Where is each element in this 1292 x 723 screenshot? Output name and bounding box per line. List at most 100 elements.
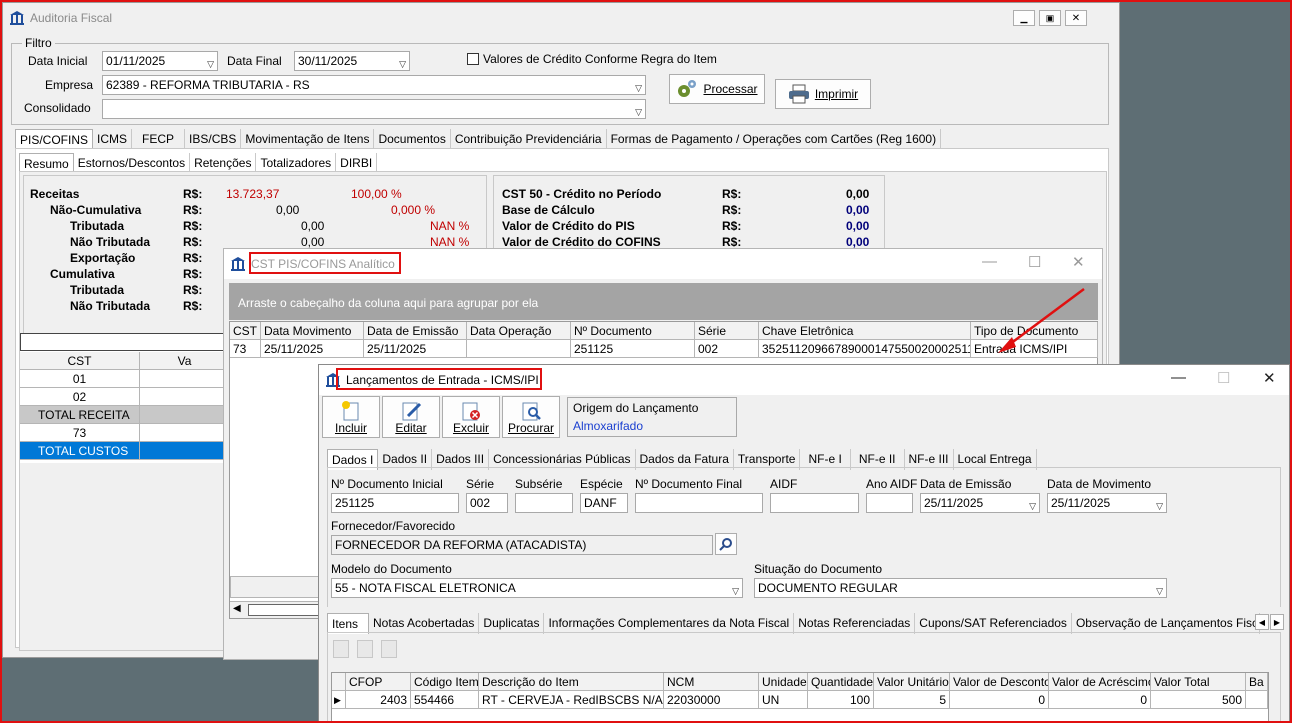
item-ncm[interactable]: 22030000 <box>664 691 759 709</box>
col-cfop[interactable]: CFOP <box>346 673 411 691</box>
lanc-close-button[interactable]: ✕ <box>1263 369 1276 387</box>
scroll-left-icon[interactable]: ◀ <box>233 603 241 614</box>
col-descricao-item[interactable]: Descrição do Item <box>479 673 664 691</box>
chevron-down-icon[interactable]: ▽ <box>1029 497 1036 512</box>
cst-minimize-button[interactable]: — <box>982 253 997 270</box>
aidf-field[interactable] <box>770 493 859 513</box>
situacao-select[interactable]: DOCUMENTO REGULAR ▽ <box>754 578 1167 598</box>
tabs-scroll-right[interactable]: ▶ <box>1270 614 1284 630</box>
editar-button[interactable]: Editar <box>382 396 440 438</box>
especie-field[interactable]: DANF <box>580 493 628 513</box>
h-scrollbar[interactable]: ◀ <box>230 601 330 618</box>
valores-checkbox[interactable] <box>467 53 479 65</box>
empresa-select[interactable]: 62389 - REFORMA TRIBUTARIA - RS ▽ <box>102 75 646 95</box>
col-n-documento[interactable]: Nº Documento <box>571 322 695 340</box>
item-descricao[interactable]: RT - CERVEJA - RedIBSCBS N/A <box>479 691 664 709</box>
col-base[interactable]: Ba <box>1246 673 1268 691</box>
cst-close-button[interactable]: ✕ <box>1072 253 1085 271</box>
tab-icms[interactable]: ICMS <box>93 129 133 150</box>
item-quantidade[interactable]: 100 <box>808 691 874 709</box>
imprimir-button[interactable]: Imprimir <box>775 79 871 109</box>
total-custos-row[interactable]: TOTAL CUSTOS <box>20 442 140 460</box>
add-item-icon[interactable] <box>333 640 349 658</box>
table-row[interactable]: 02 <box>20 388 140 406</box>
item-base[interactable] <box>1246 691 1268 709</box>
col-valor-desconto[interactable]: Valor de Desconto <box>950 673 1049 691</box>
chevron-down-icon[interactable]: ▽ <box>635 79 642 94</box>
group-by-panel[interactable]: Arraste o cabeçalho da coluna aqui para … <box>229 283 1098 320</box>
tab-duplicatas[interactable]: Duplicatas <box>479 613 545 634</box>
total-custos-value[interactable] <box>140 442 230 460</box>
ndoc-field[interactable]: 251125 <box>331 493 459 513</box>
data-emissao-field[interactable]: 25/11/2025 ▽ <box>920 493 1040 513</box>
serie-field[interactable]: 002 <box>466 493 508 513</box>
grid-header-valor[interactable]: Va <box>140 352 230 370</box>
processar-button[interactable]: Processar <box>669 74 765 104</box>
col-valor-acrescimo[interactable]: Valor de Acréscimo <box>1049 673 1151 691</box>
delete-item-icon[interactable] <box>381 640 397 658</box>
table-row-value[interactable] <box>140 388 230 406</box>
close-button[interactable]: ✕ <box>1065 10 1087 26</box>
ndoc-final-field[interactable] <box>635 493 763 513</box>
row-data-operacao[interactable] <box>467 340 571 358</box>
row-serie[interactable]: 002 <box>695 340 759 358</box>
consolidado-select[interactable]: ▽ <box>102 99 646 119</box>
total-receita-row[interactable]: TOTAL RECEITA <box>20 406 140 424</box>
fornecedor-search-button[interactable] <box>715 533 737 555</box>
data-inicial-field[interactable]: 01/11/2025 ▽ <box>102 51 218 71</box>
grid-header-cst[interactable]: CST <box>20 352 140 370</box>
tabs-scroll-left[interactable]: ◀ <box>1255 614 1269 630</box>
cst-maximize-button[interactable]: ☐ <box>1028 253 1041 271</box>
subserie-field[interactable] <box>515 493 573 513</box>
col-data-operacao[interactable]: Data Operação <box>467 322 571 340</box>
tab-movimentacao-itens[interactable]: Movimentação de Itens <box>241 129 375 150</box>
chevron-down-icon[interactable]: ▽ <box>399 55 406 70</box>
total-receita-value[interactable] <box>140 406 230 424</box>
col-quantidade[interactable]: Quantidade <box>808 673 874 691</box>
chevron-down-icon[interactable]: ▽ <box>1156 497 1163 512</box>
table-row[interactable]: 01 <box>20 370 140 388</box>
col-data-emissao[interactable]: Data de Emissão <box>364 322 467 340</box>
item-valor-total[interactable]: 500 <box>1151 691 1246 709</box>
tab-observacao[interactable]: Observação de Lançamentos Fiscais (C <box>1072 613 1260 634</box>
edit-item-icon[interactable] <box>357 640 373 658</box>
item-cfop[interactable]: 2403 <box>346 691 411 709</box>
tab-contribuicao-previdenciaria[interactable]: Contribuição Previdenciária <box>451 129 607 150</box>
row-indicator[interactable]: ▶ <box>332 691 346 709</box>
row-data-movimento[interactable]: 25/11/2025 <box>261 340 364 358</box>
tab-info-complementares[interactable]: Informações Complementares da Nota Fisca… <box>544 613 795 634</box>
row-data-emissao[interactable]: 25/11/2025 <box>364 340 467 358</box>
item-unidade[interactable]: UN <box>759 691 808 709</box>
tab-documentos[interactable]: Documentos <box>374 129 451 150</box>
tab-ibs-cbs[interactable]: IBS/CBS <box>185 129 242 150</box>
col-serie[interactable]: Série <box>695 322 759 340</box>
tab-notas-referenciadas[interactable]: Notas Referenciadas <box>794 613 916 634</box>
lanc-maximize-button[interactable]: ☐ <box>1217 369 1230 387</box>
data-final-field[interactable]: 30/11/2025 ▽ <box>294 51 410 71</box>
scroll-thumb[interactable] <box>248 604 326 616</box>
table-row[interactable]: 73 <box>20 424 140 442</box>
item-codigo[interactable]: 554466 <box>411 691 479 709</box>
item-valor-acrescimo[interactable]: 0 <box>1049 691 1151 709</box>
col-ncm[interactable]: NCM <box>664 673 759 691</box>
col-codigo-item[interactable]: Código Item <box>411 673 479 691</box>
row-cst[interactable]: 73 <box>230 340 261 358</box>
tab-notas-acobertadas[interactable]: Notas Acobertadas <box>369 613 480 634</box>
chevron-down-icon[interactable]: ▽ <box>732 582 739 597</box>
tab-pis-cofins[interactable]: PIS/COFINS <box>15 129 94 150</box>
row-n-documento[interactable]: 251125 <box>571 340 695 358</box>
ano-aidf-field[interactable] <box>866 493 913 513</box>
item-valor-desconto[interactable]: 0 <box>950 691 1049 709</box>
restore-button[interactable]: ▣ <box>1039 10 1061 26</box>
col-valor-unitario[interactable]: Valor Unitário <box>874 673 950 691</box>
table-row-value[interactable] <box>140 370 230 388</box>
incluir-button[interactable]: Incluir <box>322 396 380 438</box>
fornecedor-field[interactable]: FORNECEDOR DA REFORMA (ATACADISTA) <box>331 535 713 555</box>
tab-itens[interactable]: Itens <box>327 613 370 634</box>
chevron-down-icon[interactable]: ▽ <box>207 55 214 70</box>
tab-fecp[interactable]: FECP <box>132 129 186 150</box>
chevron-down-icon[interactable]: ▽ <box>635 103 642 118</box>
data-movimento-field[interactable]: 25/11/2025 ▽ <box>1047 493 1167 513</box>
item-valor-unitario[interactable]: 5 <box>874 691 950 709</box>
chevron-down-icon[interactable]: ▽ <box>1156 582 1163 597</box>
